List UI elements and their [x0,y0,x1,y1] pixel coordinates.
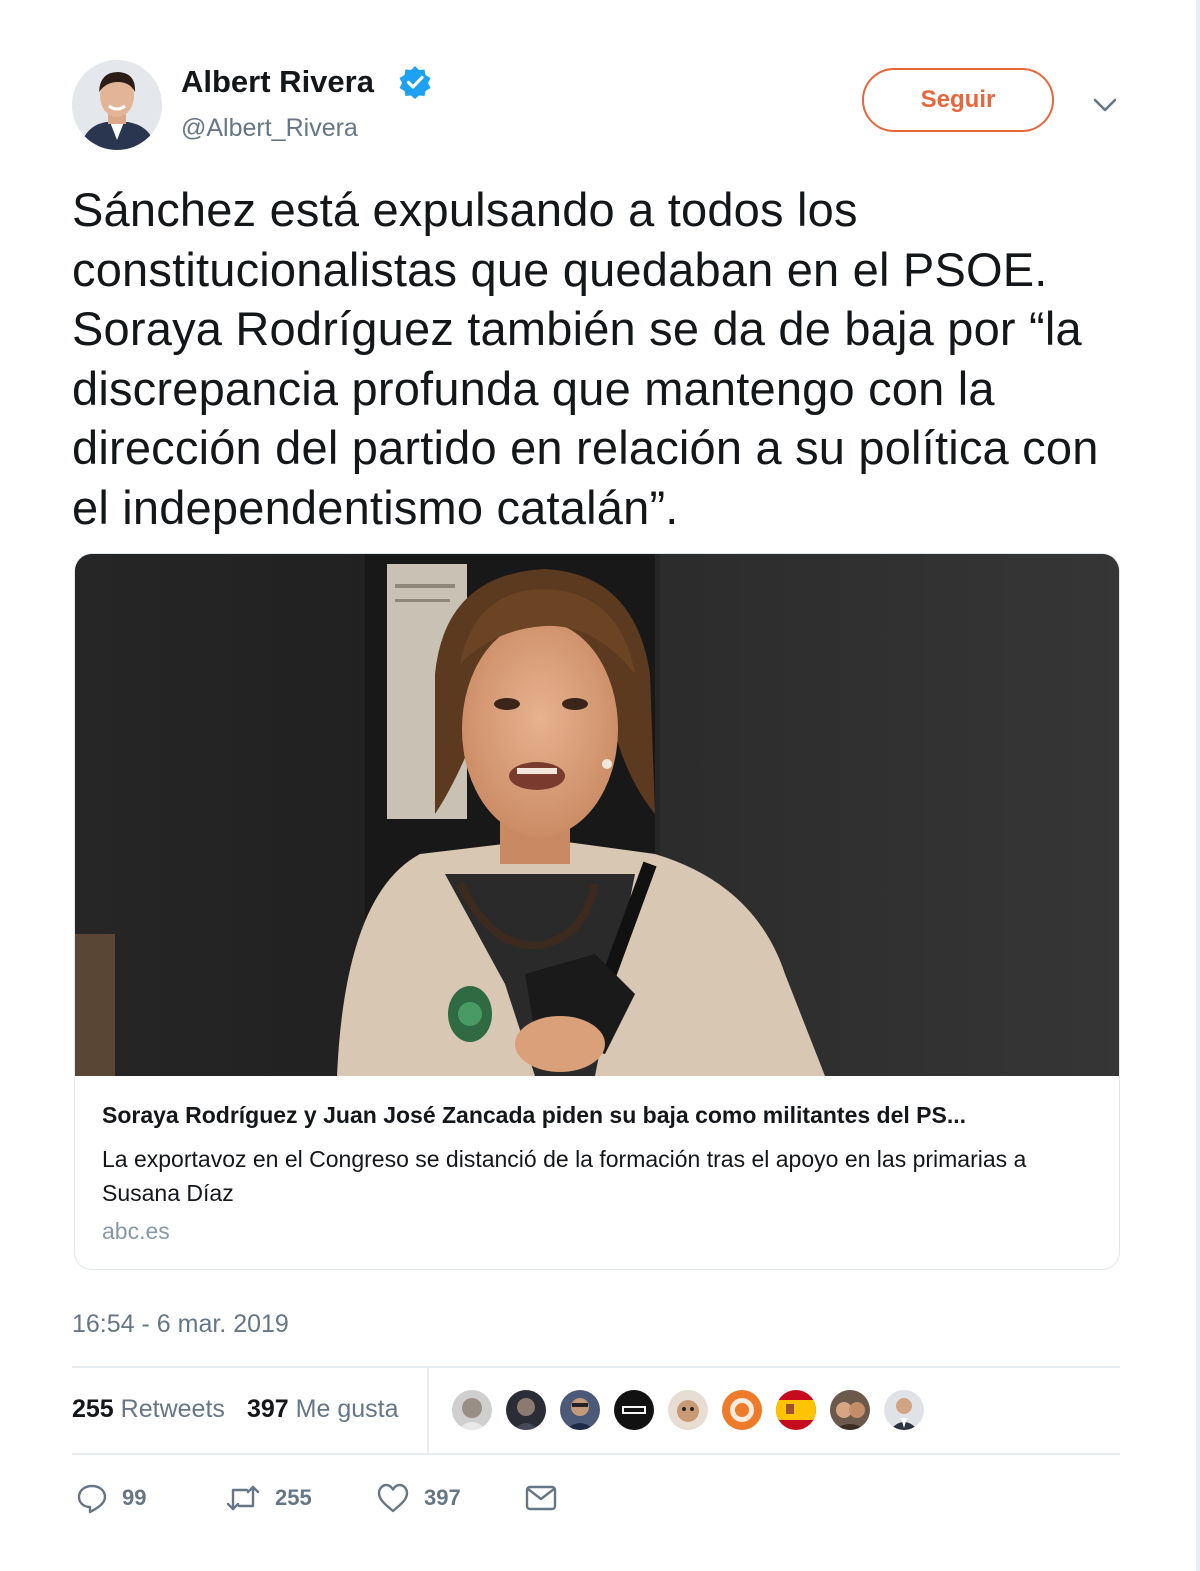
likes-label: Me gusta [295,1395,399,1423]
author-avatar[interactable] [72,60,162,150]
link-card[interactable]: Soraya Rodríguez y Juan José Zancada pid… [74,553,1120,1270]
liker-avatar[interactable] [450,1388,494,1432]
like-button[interactable]: 397 [376,1478,461,1518]
stats-separator [427,1367,429,1453]
liker-avatar[interactable] [612,1388,656,1432]
retweet-button[interactable]: 255 [225,1478,312,1518]
liker-avatar[interactable] [666,1388,710,1432]
author-handle[interactable]: @Albert_Rivera [181,114,358,143]
verified-badge-icon [399,66,431,99]
chevron-down-icon[interactable] [1090,90,1120,120]
liker-avatar[interactable] [882,1388,926,1432]
tweet-timestamp[interactable]: 16:54 - 6 mar. 2019 [72,1310,289,1339]
reply-button[interactable]: 99 [76,1478,146,1518]
card-title[interactable]: Soraya Rodríguez y Juan José Zancada pid… [102,1102,1102,1129]
author-name[interactable]: Albert Rivera [181,64,374,100]
retweets-stat[interactable]: 255 Retweets [72,1395,225,1424]
liker-avatar[interactable] [558,1388,602,1432]
stats-divider-top [72,1366,1120,1368]
retweets-label: Retweets [120,1395,225,1423]
card-domain: abc.es [102,1218,170,1244]
window-edge [1196,0,1200,1571]
heart-icon [377,1483,409,1513]
likes-stat[interactable]: 397 Me gusta [247,1395,399,1424]
card-image [75,554,1119,1076]
liker-avatar[interactable] [504,1388,548,1432]
card-description: La exportavoz en el Congreso se distanci… [102,1146,1027,1206]
follow-button[interactable]: Seguir [862,68,1054,132]
liker-avatar[interactable] [774,1388,818,1432]
likes-count: 397 [247,1395,289,1423]
liker-avatar[interactable] [720,1388,764,1432]
reply-count: 99 [122,1485,147,1510]
like-count: 397 [424,1485,461,1510]
retweet-icon [226,1485,260,1511]
actions-divider [72,1453,1120,1455]
direct-message-button[interactable] [524,1478,558,1518]
liker-avatar[interactable] [828,1388,872,1432]
tweet-container: Albert Rivera @Albert_Rivera Seguir Sánc… [0,0,1200,1571]
tweet-text: Sánchez está expulsando a todos los cons… [72,183,1099,534]
retweets-count: 255 [72,1395,114,1423]
envelope-icon [525,1485,557,1511]
reply-icon [77,1484,107,1514]
retweet-count: 255 [275,1485,312,1510]
